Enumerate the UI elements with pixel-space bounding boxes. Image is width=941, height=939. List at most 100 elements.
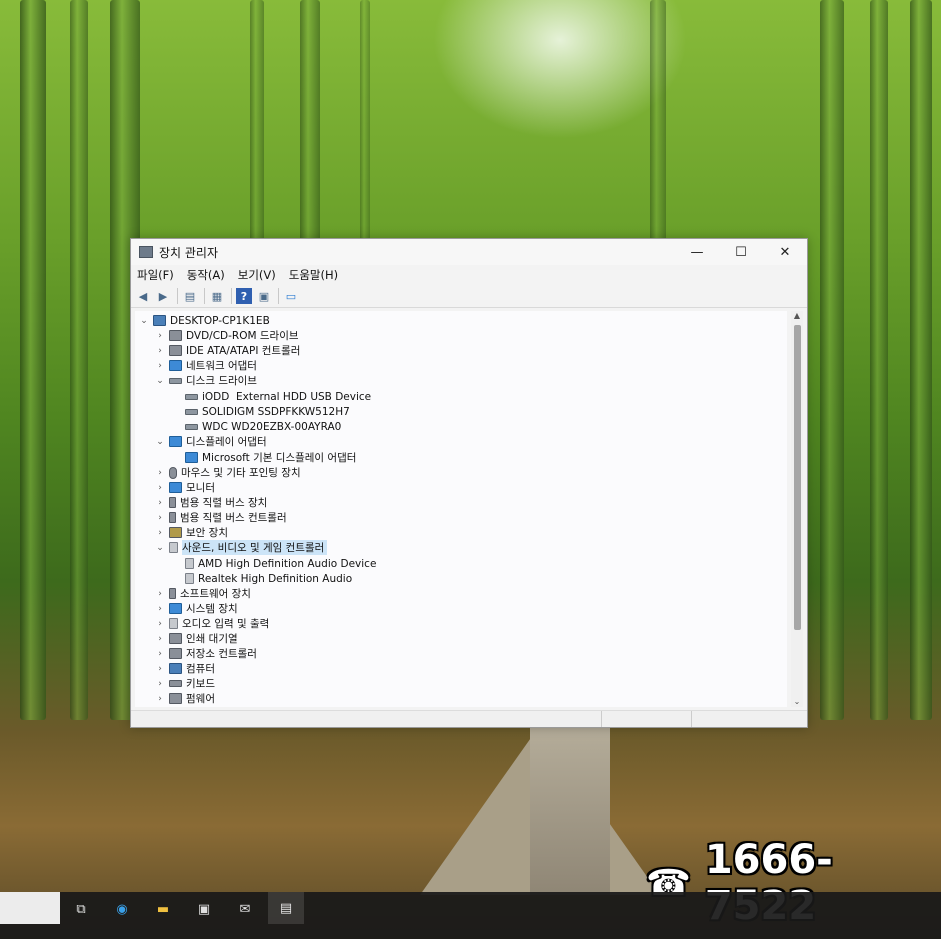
chevron-down-icon[interactable]: ⌄: [155, 437, 165, 447]
tree-item-sound[interactable]: ⌄ 사운드, 비디오 및 게임 컨트롤러: [155, 540, 328, 555]
tree-item-display-adapters[interactable]: ⌄ 디스플레이 어댑터: [155, 434, 267, 449]
tree-item-label: AMD High Definition Audio Device: [198, 557, 377, 570]
scroll-down-icon[interactable]: ⌄: [791, 697, 803, 707]
chevron-right-icon[interactable]: ›: [155, 528, 165, 538]
file-explorer-icon[interactable]: ▬: [154, 900, 172, 918]
tree-child-realtek-audio[interactable]: Realtek High Definition Audio: [185, 571, 352, 586]
tree-item-label: 디스플레이 어댑터: [186, 436, 267, 448]
tree-root[interactable]: ⌄ DESKTOP-CP1K1EB: [139, 313, 270, 328]
scan-hardware-icon[interactable]: ▭: [283, 288, 299, 304]
show-hide-console-tree-icon[interactable]: ▤: [182, 288, 198, 304]
chevron-right-icon[interactable]: ›: [155, 513, 165, 523]
chevron-right-icon[interactable]: ›: [155, 604, 165, 614]
tree-item-usb-controllers[interactable]: › 범용 직렬 버스 컨트롤러: [155, 510, 287, 525]
software-device-icon: [169, 588, 176, 599]
tree-item-firmware[interactable]: › 펌웨어: [155, 691, 215, 706]
disk-drive-icon: [169, 377, 182, 384]
ide-controller-icon: [169, 345, 182, 356]
chevron-right-icon[interactable]: ›: [155, 346, 165, 356]
tree-item-storage[interactable]: › 저장소 컨트롤러: [155, 646, 257, 661]
chevron-right-icon[interactable]: ›: [155, 589, 165, 599]
tree-item-print-queue[interactable]: › 인쇄 대기열: [155, 631, 238, 646]
minimize-button[interactable]: —: [675, 239, 719, 265]
scroll-thumb[interactable]: [794, 325, 801, 630]
keyboard-icon: [169, 680, 182, 687]
tree-item-computer[interactable]: › 컴퓨터: [155, 661, 215, 676]
tree-child-amd-audio[interactable]: AMD High Definition Audio Device: [185, 556, 376, 571]
task-view-icon[interactable]: ⧉: [72, 900, 90, 918]
tree-item-disk-drives[interactable]: ⌄ 디스크 드라이브: [155, 373, 257, 388]
tree-item-monitors[interactable]: › 모니터: [155, 480, 215, 495]
tree-item-usb-devices[interactable]: › 범용 직렬 버스 장치: [155, 495, 267, 510]
tree-item-dvd[interactable]: › DVD/CD-ROM 드라이브: [155, 328, 299, 343]
display-adapter-icon: [169, 436, 182, 447]
tree-item-label: 컴퓨터: [186, 663, 215, 675]
chevron-right-icon[interactable]: ›: [155, 498, 165, 508]
taskbar-search-box[interactable]: [0, 892, 60, 924]
tree-item-software[interactable]: › 소프트웨어 장치: [155, 586, 251, 601]
tree-item-label: 펌웨어: [186, 693, 215, 705]
chevron-right-icon[interactable]: ›: [155, 331, 165, 341]
tree-item-label: Microsoft 기본 디스플레이 어댑터: [202, 452, 357, 464]
menu-view[interactable]: 보기(V): [238, 267, 276, 283]
tree-item-system[interactable]: › 시스템 장치: [155, 601, 238, 616]
tree-item-ide[interactable]: › IDE ATA/ATAPI 컨트롤러: [155, 343, 300, 358]
tree-child-ms-display[interactable]: Microsoft 기본 디스플레이 어댑터: [185, 450, 356, 465]
properties-icon[interactable]: ▦: [209, 288, 225, 304]
tree-item-network[interactable]: › 네트워크 어댑터: [155, 358, 257, 373]
edge-icon[interactable]: ◉: [113, 900, 131, 918]
chevron-right-icon[interactable]: ›: [155, 483, 165, 493]
action-pane-icon[interactable]: ▣: [256, 288, 272, 304]
tree-item-label: DVD/CD-ROM 드라이브: [186, 330, 299, 342]
usb-icon: [169, 512, 176, 523]
chevron-down-icon[interactable]: ⌄: [155, 376, 165, 386]
speaker-icon: [169, 618, 178, 629]
chevron-down-icon[interactable]: ⌄: [139, 316, 149, 326]
speaker-icon: [185, 558, 194, 569]
disk-drive-icon: [185, 393, 198, 400]
system-device-icon: [169, 603, 182, 614]
computer-icon: [169, 663, 182, 674]
disk-drive-icon: [185, 423, 198, 430]
taskbar: ⧉ ◉ ▬ ▣ ✉ ▤: [0, 892, 941, 939]
firmware-icon: [169, 693, 182, 704]
scroll-up-icon[interactable]: ▲: [791, 311, 803, 321]
forward-arrow-icon[interactable]: ▶: [155, 288, 171, 304]
maximize-button[interactable]: ☐: [719, 239, 763, 265]
chevron-right-icon[interactable]: ›: [155, 619, 165, 629]
tree-item-label: 저장소 컨트롤러: [186, 648, 257, 660]
chevron-right-icon[interactable]: ›: [155, 361, 165, 371]
chevron-right-icon[interactable]: ›: [155, 634, 165, 644]
title-bar[interactable]: 장치 관리자 — ☐ ✕: [131, 239, 807, 265]
tree-item-label: 키보드: [186, 678, 215, 690]
device-manager-icon[interactable]: ▤: [268, 892, 304, 924]
tree-item-label: 디스크 드라이브: [186, 375, 257, 387]
back-arrow-icon[interactable]: ◀: [135, 288, 151, 304]
dvd-drive-icon: [169, 330, 182, 341]
tree-item-label: 인쇄 대기열: [186, 633, 238, 645]
mail-icon[interactable]: ✉: [236, 900, 254, 918]
menu-file[interactable]: 파일(F): [137, 267, 174, 283]
vertical-scrollbar[interactable]: ▲ ⌄: [791, 311, 803, 707]
tree-item-label: SOLIDIGM SSDPFKKW512H7: [202, 405, 350, 418]
store-icon[interactable]: ▣: [195, 900, 213, 918]
tree-item-security[interactable]: › 보안 장치: [155, 525, 228, 540]
close-button[interactable]: ✕: [763, 239, 807, 265]
tree-item-mouse[interactable]: › 마우스 및 기타 포인팅 장치: [155, 465, 301, 480]
help-icon[interactable]: ?: [236, 288, 252, 304]
tree-child-solidigm[interactable]: SOLIDIGM SSDPFKKW512H7: [185, 404, 350, 419]
tree-item-audio-io[interactable]: › 오디오 입력 및 출력: [155, 616, 269, 631]
tree-child-iodd[interactable]: iODD External HDD USB Device: [185, 389, 371, 404]
chevron-down-icon[interactable]: ⌄: [155, 543, 165, 553]
chevron-right-icon[interactable]: ›: [155, 664, 165, 674]
chevron-right-icon[interactable]: ›: [155, 468, 165, 478]
menu-action[interactable]: 동작(A): [187, 267, 225, 283]
chevron-right-icon[interactable]: ›: [155, 679, 165, 689]
tree-item-label: 범용 직렬 버스 장치: [180, 497, 268, 509]
tree-item-keyboard[interactable]: › 키보드: [155, 676, 215, 691]
menu-help[interactable]: 도움말(H): [289, 267, 338, 283]
chevron-right-icon[interactable]: ›: [155, 694, 165, 704]
tree-child-wdc[interactable]: WDC WD20EZBX-00AYRA0: [185, 419, 341, 434]
mouse-icon: [169, 466, 177, 479]
chevron-right-icon[interactable]: ›: [155, 649, 165, 659]
